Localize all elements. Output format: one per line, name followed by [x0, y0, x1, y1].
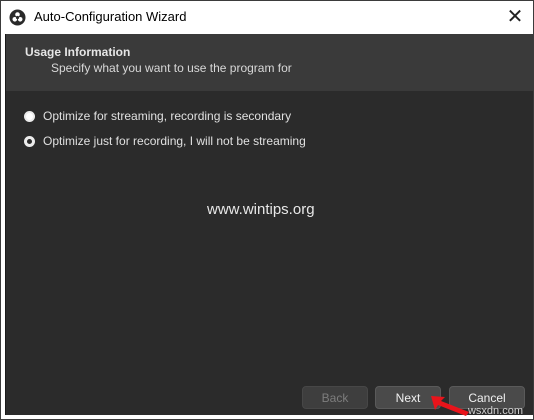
wizard-window: Auto-Configuration Wizard ✕ Usage Inform…	[0, 0, 534, 420]
option-recording[interactable]: Optimize just for recording, I will not …	[24, 134, 306, 148]
wizard-body: Optimize for streaming, recording is sec…	[6, 91, 533, 415]
close-icon[interactable]: ✕	[503, 5, 527, 29]
option-streaming[interactable]: Optimize for streaming, recording is sec…	[24, 109, 291, 123]
corner-watermark: wsxdn.com	[467, 405, 523, 417]
option-streaming-label[interactable]: Optimize for streaming, recording is sec…	[43, 109, 291, 123]
obs-app-icon	[9, 9, 26, 26]
page-title: Usage Information	[25, 45, 131, 59]
back-button[interactable]: Back	[302, 386, 368, 409]
watermark-text: www.wintips.org	[207, 201, 315, 218]
page-subtitle: Specify what you want to use the program…	[51, 61, 292, 75]
window-title: Auto-Configuration Wizard	[34, 9, 187, 24]
title-bar: Auto-Configuration Wizard ✕	[1, 1, 533, 34]
radio-button-selected[interactable]	[24, 135, 35, 147]
wizard-content: Usage Information Specify what you want …	[5, 34, 533, 415]
radio-button-unselected[interactable]	[24, 110, 35, 122]
wizard-header: Usage Information Specify what you want …	[6, 34, 533, 91]
option-recording-label[interactable]: Optimize just for recording, I will not …	[43, 134, 306, 148]
